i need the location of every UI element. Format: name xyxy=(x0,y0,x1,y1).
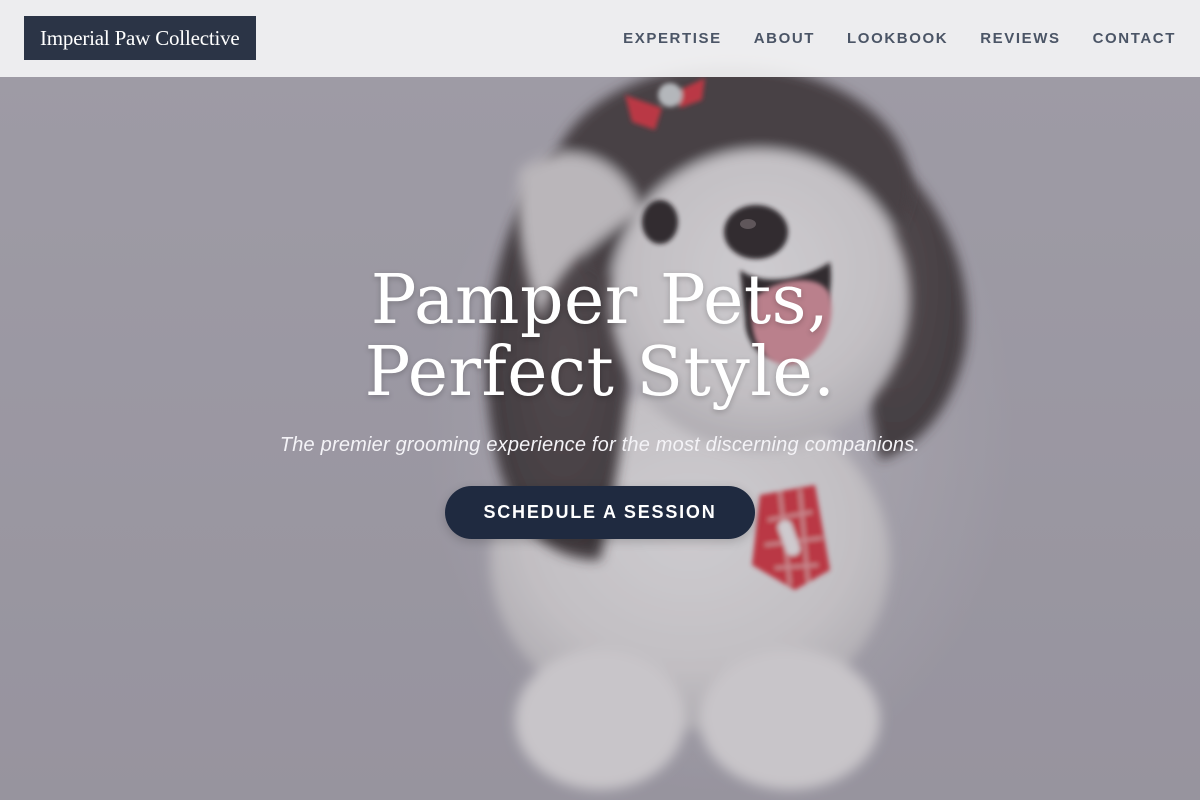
nav-link-reviews[interactable]: REVIEWS xyxy=(980,30,1060,47)
schedule-session-button[interactable]: SCHEDULE A SESSION xyxy=(445,486,755,539)
nav-item-expertise: EXPERTISE xyxy=(623,30,722,48)
top-navigation-bar: Imperial Paw Collective EXPERTISE ABOUT … xyxy=(0,0,1200,77)
hero-title: Pamper Pets, Perfect Style. xyxy=(364,261,836,412)
nav-menu: EXPERTISE ABOUT LOOKBOOK REVIEWS CONTACT xyxy=(623,0,1176,77)
nav-item-about: ABOUT xyxy=(754,30,815,48)
nav-link-expertise[interactable]: EXPERTISE xyxy=(623,30,722,47)
nav-link-contact[interactable]: CONTACT xyxy=(1093,30,1176,47)
nav-link-lookbook[interactable]: LOOKBOOK xyxy=(847,30,948,47)
brand-logo[interactable]: Imperial Paw Collective xyxy=(24,16,256,60)
nav-item-reviews: REVIEWS xyxy=(980,30,1060,48)
hero-subtitle: The premier grooming experience for the … xyxy=(279,434,921,456)
nav-link-about[interactable]: ABOUT xyxy=(754,30,815,47)
nav-item-lookbook: LOOKBOOK xyxy=(847,30,948,48)
nav-item-contact: CONTACT xyxy=(1093,30,1176,48)
hero-content: Pamper Pets, Perfect Style. The premier … xyxy=(200,265,1000,539)
